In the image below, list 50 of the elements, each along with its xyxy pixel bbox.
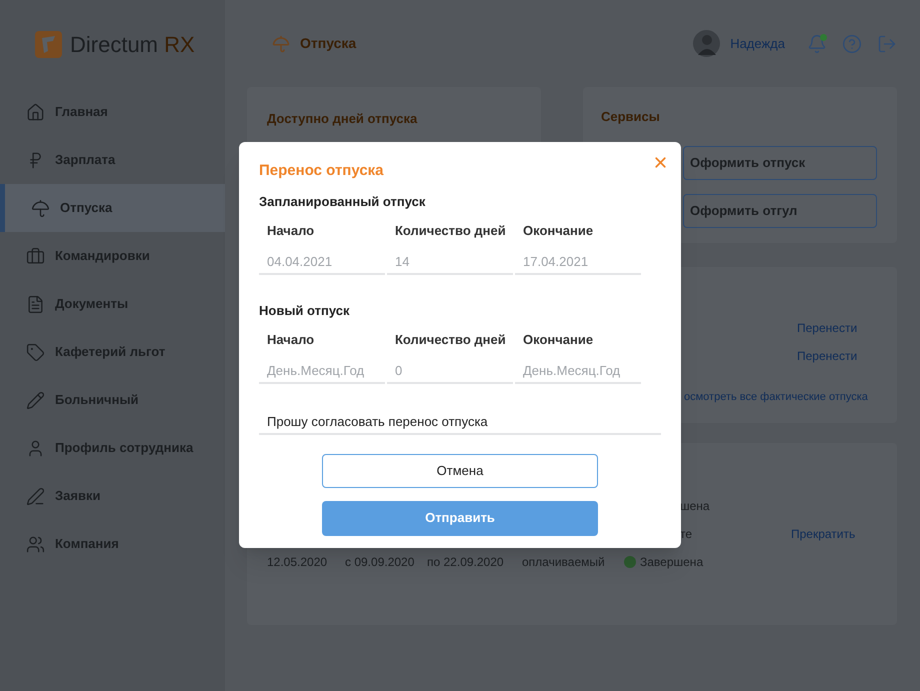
input-field[interactable]: 14 xyxy=(387,250,513,274)
input-field[interactable]: День.Месяц.Год xyxy=(259,360,385,384)
input-field[interactable]: День.Месяц.Год xyxy=(515,360,641,384)
comment-field[interactable]: Прошу согласовать перенос отпуска xyxy=(259,410,661,434)
pencil-icon xyxy=(26,390,45,410)
all-vacations-link[interactable]: осмотреть все фактические отпуска xyxy=(684,389,868,406)
field-label: Окончание xyxy=(522,222,594,240)
reschedule-link[interactable]: Перенести xyxy=(797,319,858,337)
table-cell-text: с 09.09.2020 xyxy=(345,554,416,571)
reschedule-link[interactable]: Перенести xyxy=(797,347,858,365)
section-title: Новый отпуск xyxy=(259,302,351,320)
field-label: Количество дней xyxy=(394,331,507,349)
dialog-title: Перенос отпуска xyxy=(259,161,384,181)
service-button[interactable]: Оформить отпуск xyxy=(683,146,877,180)
submit-button[interactable]: Отправить xyxy=(322,500,598,536)
users-icon xyxy=(26,534,45,554)
status-text: те xyxy=(680,526,692,543)
table-cell-text: оплачиваемый xyxy=(522,554,606,571)
document-icon xyxy=(26,294,45,314)
status-text: Завершена xyxy=(640,554,704,571)
sidebar-item[interactable]: Отпуска xyxy=(0,184,225,232)
card-title: Сервисы xyxy=(601,108,661,126)
field-label: Начало xyxy=(266,222,316,240)
umbrella-icon xyxy=(272,34,290,52)
help-icon[interactable] xyxy=(842,34,862,54)
home-icon xyxy=(26,102,45,122)
bell-icon[interactable] xyxy=(807,34,827,54)
pen-icon xyxy=(26,486,45,506)
page-title: Отпуска xyxy=(300,34,356,53)
status-text: шена xyxy=(680,498,710,515)
cancel-button[interactable]: Отмена xyxy=(322,454,598,488)
section-title: Запланированный отпуск xyxy=(259,192,426,211)
field-label: Начало xyxy=(266,331,316,349)
input-field[interactable]: 0 xyxy=(387,360,513,384)
field-label: Окончание xyxy=(522,331,594,349)
field-label: Количество дней xyxy=(394,222,507,240)
logo-icon xyxy=(35,30,62,58)
logout-icon[interactable] xyxy=(877,34,897,54)
avatar xyxy=(693,30,720,57)
input-field[interactable]: 17.04.2021 xyxy=(515,250,641,274)
user-name[interactable]: Надежда xyxy=(730,34,785,54)
briefcase-icon xyxy=(26,246,45,266)
service-button[interactable]: Оформить отгул xyxy=(683,194,877,228)
table-cell-text: 12.05.2020 xyxy=(267,554,328,571)
table-cell-text: по 22.09.2020 xyxy=(427,554,505,571)
input-field[interactable]: 04.04.2021 xyxy=(259,250,385,274)
tag-icon xyxy=(26,342,45,362)
umbrella-icon xyxy=(31,198,50,218)
stop-link[interactable]: Прекратить xyxy=(791,525,856,543)
card-title: Доступно дней отпуска xyxy=(267,111,418,126)
